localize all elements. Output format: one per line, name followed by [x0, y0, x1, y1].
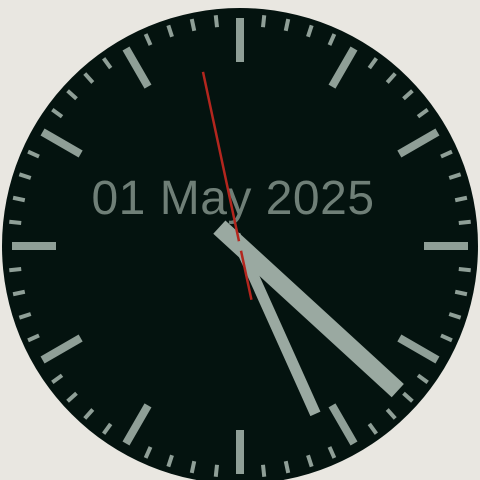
minute-tick — [261, 15, 267, 28]
watch-screen: 01 May 2025 — [0, 0, 480, 480]
minute-tick — [9, 219, 22, 225]
analog-clock: 01 May 2025 — [2, 8, 478, 480]
minute-tick — [213, 464, 219, 477]
minute-tick — [12, 195, 26, 203]
minute-tick — [454, 195, 468, 203]
minute-tick — [458, 219, 471, 225]
minute-tick — [12, 289, 26, 297]
minute-tick — [458, 267, 471, 273]
minute-tick — [189, 18, 197, 32]
minute-tick — [189, 460, 197, 474]
minute-tick — [9, 267, 22, 273]
minute-tick — [261, 464, 267, 477]
minute-tick — [213, 15, 219, 28]
minute-tick — [283, 460, 291, 474]
center-cap — [235, 241, 245, 251]
minute-tick — [454, 289, 468, 297]
minute-tick — [283, 18, 291, 32]
